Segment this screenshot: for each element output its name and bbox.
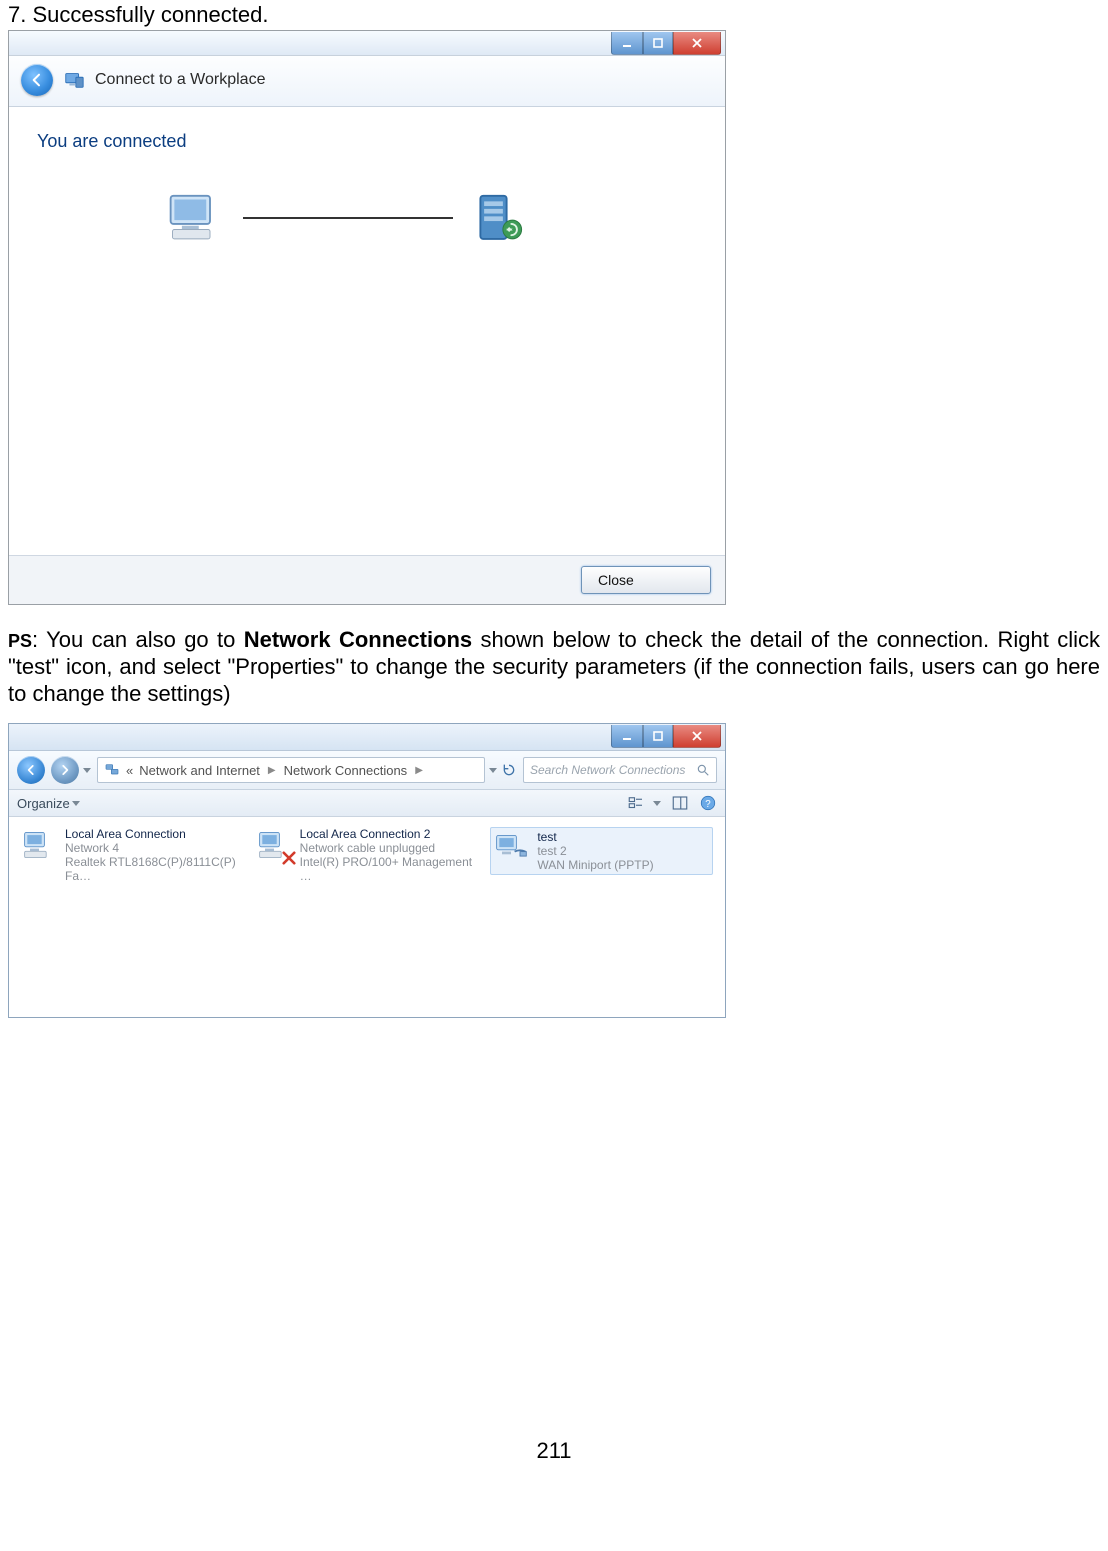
connection-item-selected[interactable]: test test 2 WAN Miniport (PPTP) [490,827,713,875]
view-options-icon[interactable] [627,794,645,812]
network-adapter-icon [256,827,292,863]
chevron-right-icon: ▶ [413,765,425,776]
refresh-icon[interactable] [501,762,517,778]
connection-line [243,217,453,219]
breadcrumb-chevrons: « [126,763,133,778]
wizard-titlebar [9,31,725,56]
wizard-heading: You are connected [37,131,699,152]
workplace-icon [63,69,85,91]
item-line2: Network cable unplugged [300,841,473,855]
chevron-down-icon [72,801,80,806]
explorer-window: « Network and Internet ▶ Network Connect… [8,723,726,1018]
breadcrumb-seg-2[interactable]: Network Connections [284,763,408,778]
search-placeholder: Search Network Connections [530,763,690,777]
minimize-button[interactable] [611,32,643,55]
explorer-content: Local Area Connection Network 4 Realtek … [9,817,725,1017]
network-icon [104,762,120,778]
nav-forward-button[interactable] [51,756,79,784]
ps-note: PS: You can also go to Network Connectio… [8,627,1100,707]
maximize-button[interactable] [643,725,673,748]
svg-text:?: ? [705,799,711,810]
wizard-body: You are connected [9,107,725,555]
connection-item[interactable]: Local Area Connection 2 Network cable un… [256,827,473,883]
back-button[interactable] [21,64,53,96]
item-line2: test 2 [537,844,653,858]
item-line3: Intel(R) PRO/100+ Management … [300,855,473,883]
minimize-button[interactable] [611,725,643,748]
maximize-button[interactable] [643,32,673,55]
organize-label: Organize [17,796,70,811]
chevron-down-icon[interactable] [653,801,661,806]
close-window-button[interactable] [673,725,721,748]
refresh-area [491,762,517,778]
item-line3: WAN Miniport (PPTP) [537,858,653,872]
nav-back-button[interactable] [17,756,45,784]
page-number: 211 [8,1438,1100,1464]
ps-text-1: : You can also go to [32,627,244,652]
connection-diagram [165,192,699,244]
organize-menu[interactable]: Organize [17,796,80,811]
help-icon[interactable]: ? [699,794,717,812]
item-title: test [537,830,653,844]
server-icon [471,192,531,244]
breadcrumb-seg-1[interactable]: Network and Internet [139,763,260,778]
item-title: Local Area Connection 2 [300,827,473,841]
item-title: Local Area Connection [65,827,238,841]
ps-bold: Network Connections [244,627,472,652]
chevron-right-icon: ▶ [266,765,278,776]
connection-item[interactable]: Local Area Connection Network 4 Realtek … [21,827,238,883]
ps-label: PS [8,631,32,651]
chevron-down-icon[interactable] [489,768,497,773]
error-x-icon [282,851,296,865]
vpn-connection-icon [493,830,529,866]
close-window-button[interactable] [673,32,721,55]
preview-pane-icon[interactable] [671,794,689,812]
wizard-footer: Close [9,555,725,604]
search-input[interactable]: Search Network Connections [523,757,717,783]
wizard-title: Connect to a Workplace [95,71,265,89]
network-adapter-icon [21,827,57,863]
item-line3: Realtek RTL8168C(P)/8111C(P) Fa… [65,855,238,883]
close-button[interactable]: Close [581,566,711,594]
search-icon [696,763,710,777]
history-dropdown-icon[interactable] [83,768,91,773]
item-line2: Network 4 [65,841,238,855]
step-heading: 7. Successfully connected. [8,2,1100,28]
breadcrumb[interactable]: « Network and Internet ▶ Network Connect… [97,757,485,783]
wizard-window: Connect to a Workplace You are connected [8,30,726,605]
explorer-navbar: « Network and Internet ▶ Network Connect… [9,751,725,790]
computer-icon [165,192,225,244]
explorer-titlebar [9,724,725,751]
explorer-toolbar: Organize ? [9,790,725,817]
wizard-header: Connect to a Workplace [9,56,725,107]
